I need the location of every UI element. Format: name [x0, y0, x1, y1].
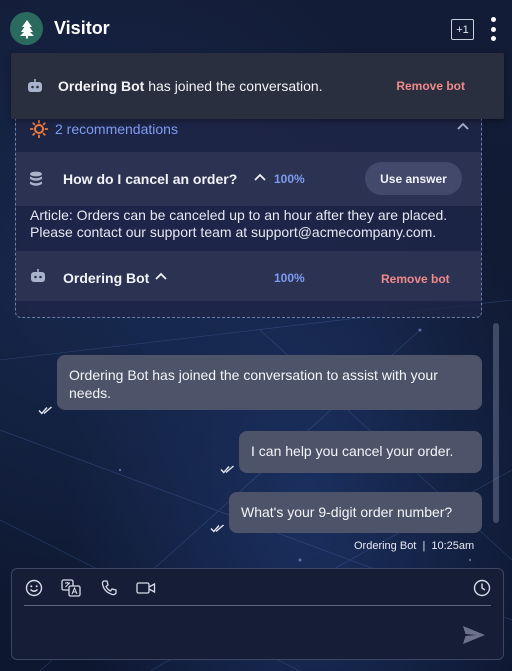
chat-header: Visitor +1: [0, 0, 512, 58]
toast-message: Ordering Bot has joined the conversation…: [58, 78, 323, 94]
recommendation-title: How do I cancel an order?: [63, 171, 238, 187]
chevron-up-icon[interactable]: [457, 122, 469, 130]
phone-icon[interactable]: [100, 579, 118, 597]
toast-bot-name: Ordering Bot: [58, 78, 145, 94]
bot-icon: [31, 269, 45, 282]
toast-message-text: has joined the conversation.: [144, 78, 323, 94]
chevron-up-icon[interactable]: [254, 173, 266, 181]
visitor-avatar: [10, 12, 43, 45]
message-input[interactable]: [24, 613, 454, 653]
send-icon[interactable]: [462, 625, 486, 645]
recommendations-count: 2 recommendations: [55, 121, 178, 137]
use-answer-button[interactable]: Use answer: [365, 162, 462, 195]
recommendation-bot-row[interactable]: Ordering Bot 100% Remove bot: [16, 251, 481, 301]
participants-badge[interactable]: +1: [451, 19, 474, 40]
message-composer: [11, 568, 504, 660]
knowledge-base-icon: [30, 171, 42, 186]
bot-joined-toast: Ordering Bot has joined the conversation…: [11, 53, 504, 119]
message-sender: Ordering Bot: [354, 540, 417, 552]
article-text: Article: Orders can be canceled up to an…: [30, 207, 448, 240]
double-check-icon: [220, 465, 234, 474]
meta-separator: |: [422, 540, 426, 552]
remove-bot-button[interactable]: Remove bot: [381, 272, 450, 286]
message-time: 10:25am: [431, 540, 475, 552]
message-meta: Ordering Bot | 10:25am: [354, 540, 474, 552]
bot-icon: [28, 79, 42, 92]
tree-icon: [19, 19, 34, 38]
message-bubble: Ordering Bot has joined the conversation…: [57, 355, 482, 410]
message-bubble: What's your 9-digit order number?: [229, 492, 482, 533]
kebab-menu-icon[interactable]: [487, 17, 499, 41]
translate-icon[interactable]: [61, 579, 81, 597]
confidence-score: 100%: [274, 172, 305, 186]
recommendation-article-row[interactable]: How do I cancel an order? 100% Use answe…: [16, 152, 481, 206]
double-check-icon: [38, 406, 52, 415]
confidence-score: 100%: [274, 271, 305, 285]
toast-remove-bot-button[interactable]: Remove bot: [396, 79, 465, 93]
recommendation-bot-name: Ordering Bot: [63, 270, 150, 286]
video-icon[interactable]: [136, 579, 156, 597]
message-bubble: I can help you cancel your order.: [239, 431, 482, 473]
history-icon[interactable]: [473, 579, 491, 597]
chevron-up-icon[interactable]: [155, 272, 167, 280]
page-title: Visitor: [54, 18, 110, 38]
lightbulb-sun-icon: [30, 120, 48, 138]
composer-divider: [24, 605, 491, 606]
double-check-icon: [210, 524, 224, 533]
recommendations-panel: 2 recommendations How do I cancel an ord…: [15, 110, 482, 318]
messages-scrollbar[interactable]: [493, 323, 499, 523]
emoji-icon[interactable]: [25, 579, 43, 597]
